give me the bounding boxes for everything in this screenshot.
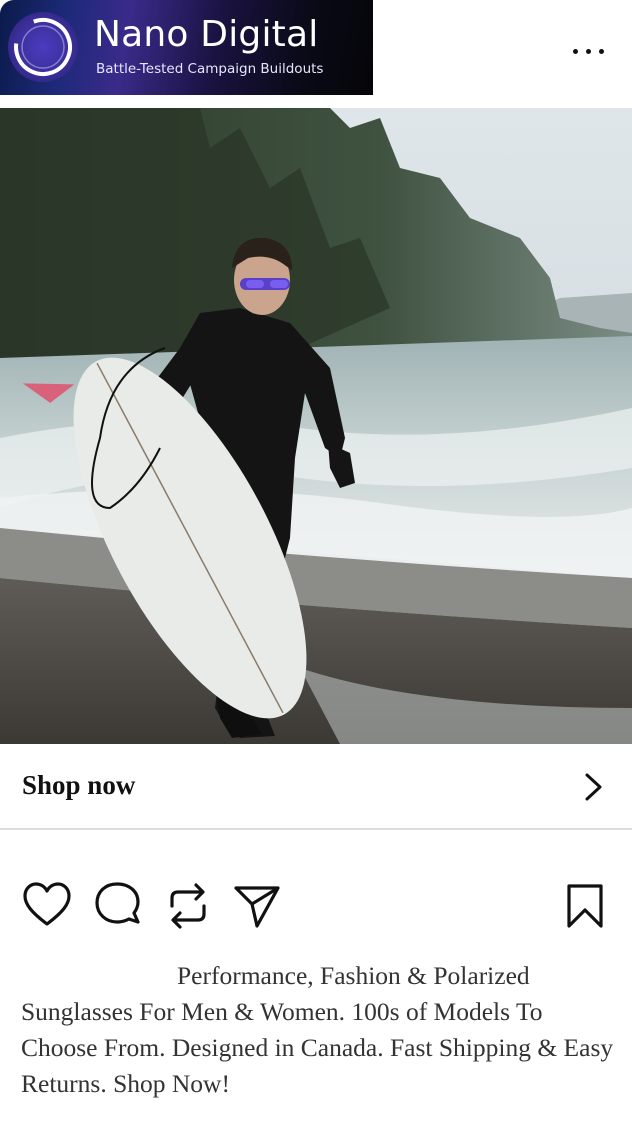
post-header: Nano Digital Battle-Tested Campaign Buil… xyxy=(0,0,632,96)
chevron-right-icon xyxy=(585,773,602,801)
shop-now-button[interactable]: Shop now xyxy=(0,744,632,830)
brand-banner[interactable]: Nano Digital Battle-Tested Campaign Buil… xyxy=(0,0,373,95)
bookmark-icon[interactable] xyxy=(559,880,611,932)
brand-logo xyxy=(8,12,78,82)
more-options-icon[interactable] xyxy=(566,34,612,68)
comment-icon[interactable] xyxy=(92,880,144,932)
shop-now-label: Shop now xyxy=(22,770,136,800)
ad-post-card: Nano Digital Battle-Tested Campaign Buil… xyxy=(0,0,632,1130)
caption-text: Performance, Fashion & Polarized Sunglas… xyxy=(21,961,614,1098)
post-image[interactable] xyxy=(0,108,632,744)
action-bar xyxy=(0,880,632,936)
repost-icon[interactable] xyxy=(162,880,214,932)
post-caption: Performance, Fashion & Polarized Sunglas… xyxy=(21,958,617,1102)
brand-tagline: Battle-Tested Campaign Buildouts xyxy=(96,61,324,77)
heart-icon[interactable] xyxy=(21,880,73,932)
brand-name: Nano Digital xyxy=(94,14,319,55)
send-icon[interactable] xyxy=(232,880,284,932)
